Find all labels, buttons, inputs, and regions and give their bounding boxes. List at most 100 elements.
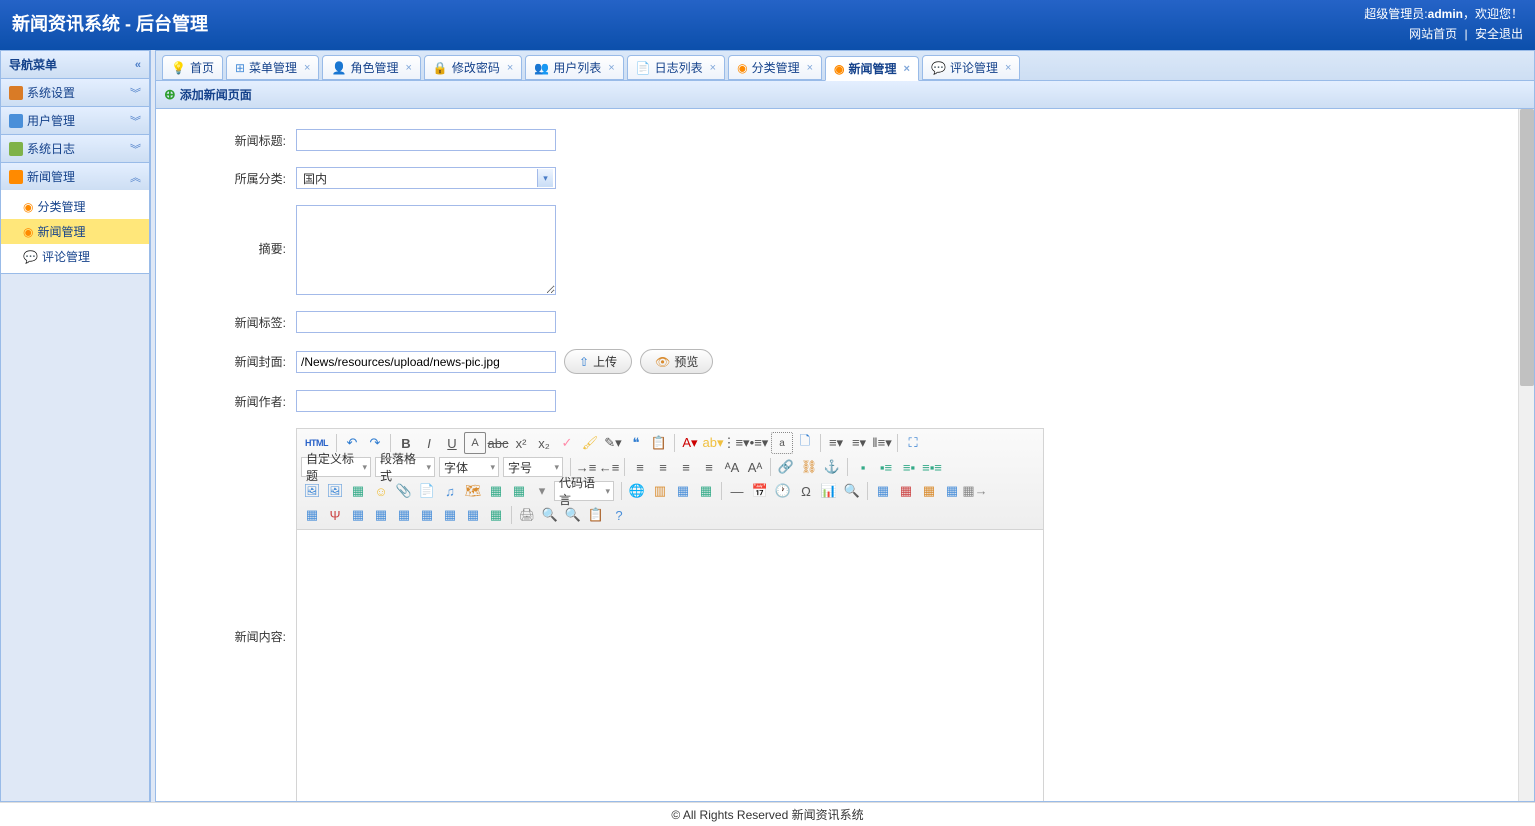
pasteplain-icon[interactable]: 📋	[648, 432, 670, 454]
background-icon[interactable]: ▦	[672, 480, 694, 502]
blockquote-icon[interactable]: ❝	[625, 432, 647, 454]
deletecol-icon[interactable]: ▦	[485, 504, 507, 526]
justifyright-icon[interactable]: ≡	[675, 456, 697, 478]
input-tags[interactable]	[296, 311, 556, 333]
sidebar-item-分类管理[interactable]: ◉分类管理	[1, 194, 149, 219]
charts-icon[interactable]: ▦	[416, 504, 438, 526]
vertical-scrollbar[interactable]	[1518, 109, 1534, 801]
editor-paragraph-select[interactable]: 段落格式	[375, 457, 435, 477]
underline-icon[interactable]: U	[441, 432, 463, 454]
insertrow-icon[interactable]: ▦	[439, 504, 461, 526]
wordimage-icon[interactable]: 🌐	[626, 480, 648, 502]
input-title[interactable]	[296, 129, 556, 151]
mergeright-icon[interactable]: Ψ	[324, 504, 346, 526]
forecolor-icon[interactable]: A▾	[679, 432, 701, 454]
fontborder-icon[interactable]: A	[464, 432, 486, 454]
strikethrough-icon[interactable]: abc	[487, 432, 509, 454]
link-site-home[interactable]: 网站首页	[1409, 27, 1457, 41]
formatmatch-icon[interactable]: 🖌	[579, 432, 601, 454]
insertorderedlist-icon[interactable]: ⋮≡▾	[725, 432, 747, 454]
searchreplace-icon[interactable]: 🔍	[841, 480, 863, 502]
editor-body[interactable]	[297, 530, 1043, 801]
cleardoc-icon[interactable]: 🗋	[794, 432, 816, 454]
edittd-icon[interactable]: ▦	[941, 480, 963, 502]
anchor-icon[interactable]: ⚓	[821, 456, 843, 478]
sidebar-group-新闻管理[interactable]: 新闻管理︽	[1, 163, 149, 190]
tableprops-icon[interactable]: ▦	[918, 480, 940, 502]
tab-日志列表[interactable]: 📄日志列表×	[627, 55, 725, 80]
editor-font-select[interactable]: 字体	[439, 457, 499, 477]
subscript-icon[interactable]: x₂	[533, 432, 555, 454]
removeformat-icon[interactable]: ✓	[556, 432, 578, 454]
editor-heading-select[interactable]: 自定义标题	[301, 457, 371, 477]
horizontal-icon[interactable]: —	[726, 480, 748, 502]
upload-button[interactable]: ⇧ 上传	[564, 349, 632, 374]
attachment-icon[interactable]: 📄	[416, 480, 438, 502]
superscript-icon[interactable]: x²	[510, 432, 532, 454]
lineheight-icon[interactable]: ‖≡▾	[871, 432, 893, 454]
insertcol-icon[interactable]: ▦	[462, 504, 484, 526]
tab-close-icon[interactable]: ×	[608, 62, 614, 74]
print-icon[interactable]: 🖨	[516, 504, 538, 526]
template-icon[interactable]: ▦	[695, 480, 717, 502]
preview-button[interactable]: 👁 预览	[640, 349, 713, 374]
tab-角色管理[interactable]: 👤角色管理×	[322, 55, 420, 80]
select-category[interactable]: 国内 ▾	[296, 167, 556, 189]
splittocells-icon[interactable]: ▦	[347, 504, 369, 526]
tab-菜单管理[interactable]: ⊞菜单管理×	[226, 55, 320, 80]
selectall-icon[interactable]: a	[771, 432, 793, 454]
unlink-icon[interactable]: ⛓	[798, 456, 820, 478]
inserttable-icon[interactable]: ▦	[872, 480, 894, 502]
justifycenter-icon[interactable]: ≡	[652, 456, 674, 478]
snapscreen-icon[interactable]: ▥	[649, 480, 671, 502]
preview-icon[interactable]: 🔍	[539, 504, 561, 526]
justifyleft-icon[interactable]: ≡	[629, 456, 651, 478]
map-icon[interactable]: 🗺	[462, 480, 484, 502]
backcolor-icon[interactable]: ab▾	[702, 432, 724, 454]
mergecells-icon[interactable]: ▦	[301, 504, 323, 526]
splittocols-icon[interactable]: ▦	[393, 504, 415, 526]
deletetable-icon[interactable]: ▦	[895, 480, 917, 502]
chart-icon[interactable]: 📊	[818, 480, 840, 502]
tab-close-icon[interactable]: ×	[507, 62, 513, 74]
textarea-summary[interactable]	[296, 205, 556, 295]
fullscreen-icon[interactable]: ⛶	[902, 432, 924, 454]
editor-code-select[interactable]: 代码语言	[554, 481, 614, 501]
tab-首页[interactable]: 💡首页	[162, 55, 223, 80]
spechars-icon[interactable]: Ω	[795, 480, 817, 502]
link-logout[interactable]: 安全退出	[1475, 27, 1523, 41]
autotypeset-icon[interactable]: ✎▾	[602, 432, 624, 454]
sidebar-group-系统日志[interactable]: 系统日志︾	[1, 135, 149, 162]
tab-close-icon[interactable]: ×	[904, 63, 910, 75]
insertunorderedlist-icon[interactable]: •≡▾	[748, 432, 770, 454]
help-icon[interactable]: ?	[608, 504, 630, 526]
imagecenter-icon[interactable]: ≡▪≡	[921, 456, 943, 478]
date-icon[interactable]: 📅	[749, 480, 771, 502]
tab-修改密码[interactable]: 🔒修改密码×	[424, 55, 522, 80]
rowspacingbottom-icon[interactable]: ≡▾	[848, 432, 870, 454]
imagenone-icon[interactable]: ▪	[852, 456, 874, 478]
tolowercase-icon[interactable]: Aᴬ	[744, 456, 766, 478]
tab-分类管理[interactable]: ◉分类管理×	[728, 55, 822, 80]
sidebar-collapse-icon[interactable]: «	[135, 59, 141, 71]
sidebar-item-新闻管理[interactable]: ◉新闻管理	[1, 219, 149, 244]
sidebar-group-用户管理[interactable]: 用户管理︾	[1, 107, 149, 134]
input-cover[interactable]	[296, 351, 556, 373]
tab-close-icon[interactable]: ×	[304, 62, 310, 74]
tab-新闻管理[interactable]: ◉新闻管理×	[825, 56, 919, 81]
scrollbar-thumb[interactable]	[1520, 109, 1534, 386]
tab-close-icon[interactable]: ×	[1005, 62, 1011, 74]
italic-icon[interactable]: I	[418, 432, 440, 454]
link-icon[interactable]: 🔗	[775, 456, 797, 478]
insertcode-icon[interactable]: ▾	[531, 480, 553, 502]
tab-评论管理[interactable]: 💬评论管理×	[922, 55, 1020, 80]
outdent-icon[interactable]: ←≡	[598, 456, 620, 478]
imageleft-icon[interactable]: ▪≡	[875, 456, 897, 478]
sidebar-item-评论管理[interactable]: 💬评论管理	[1, 244, 149, 269]
tab-close-icon[interactable]: ×	[405, 62, 411, 74]
tab-close-icon[interactable]: ×	[710, 62, 716, 74]
imageright-icon[interactable]: ≡▪	[898, 456, 920, 478]
rowspacingtop-icon[interactable]: ≡▾	[825, 432, 847, 454]
splittorows-icon[interactable]: ▦	[370, 504, 392, 526]
time-icon[interactable]: 🕐	[772, 480, 794, 502]
